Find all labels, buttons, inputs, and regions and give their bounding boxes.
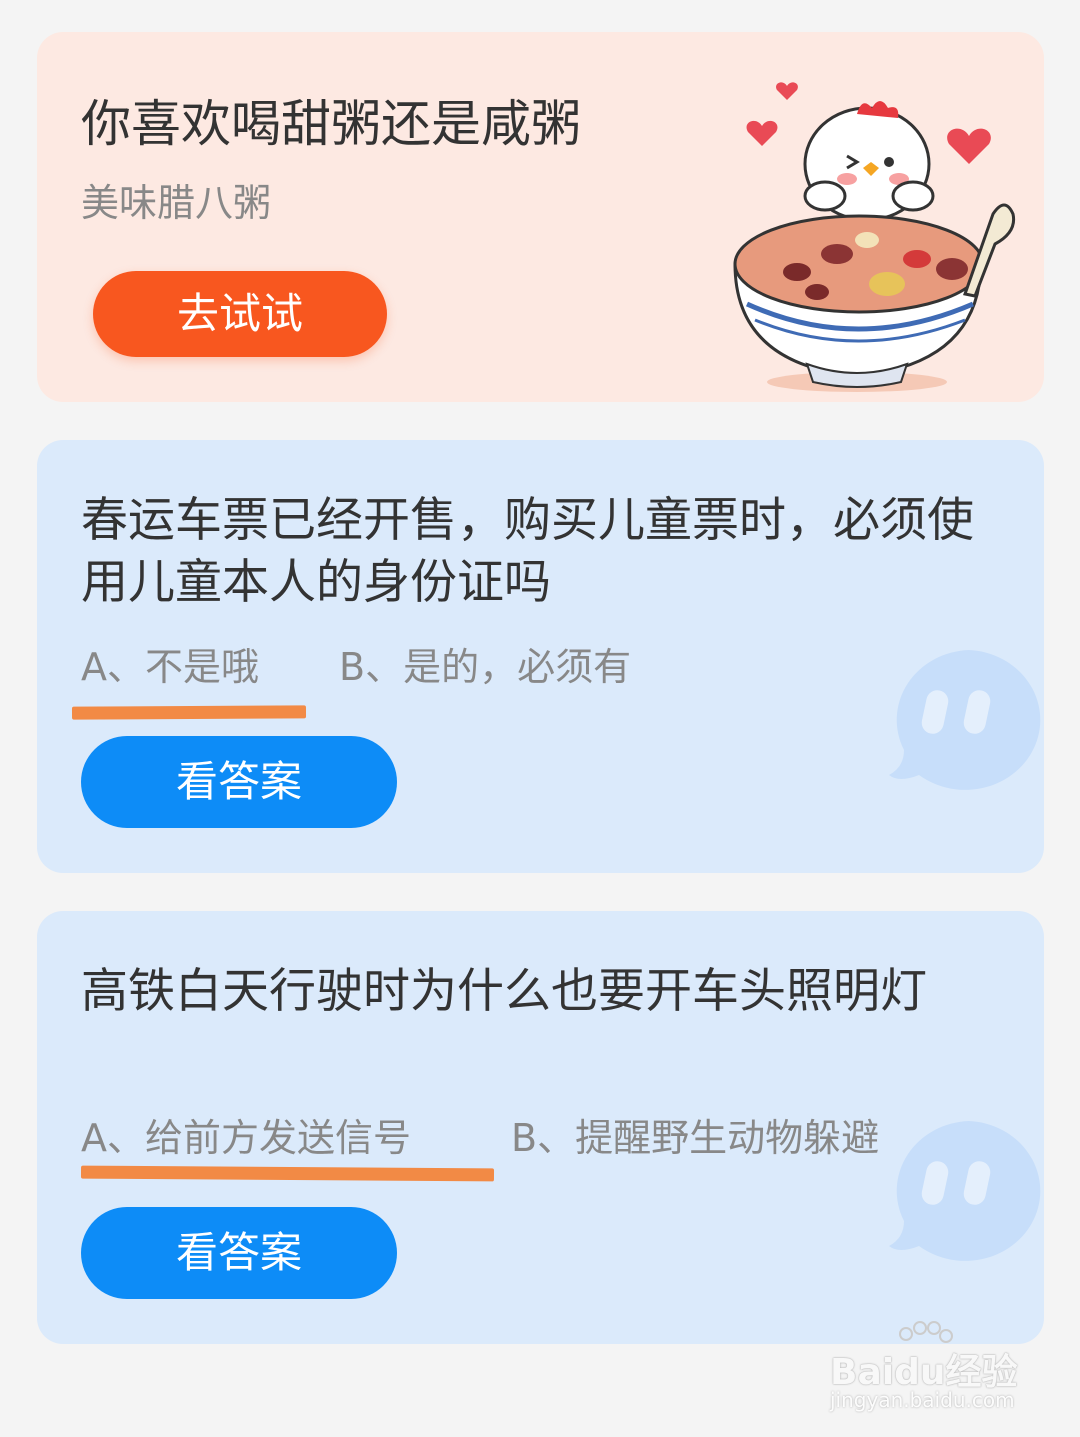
view-answer-button[interactable]: 看答案 (81, 736, 397, 828)
chat-bubble-icon (889, 1121, 1041, 1261)
quiz-options: A、不是哦 B、是的，必须有 (81, 636, 631, 691)
answer-underline (80, 1165, 495, 1182)
try-button[interactable]: 去试试 (93, 271, 387, 357)
chicken-porridge-bowl-icon (733, 82, 1016, 392)
option-a[interactable]: A、给前方发送信号 (81, 1116, 411, 1160)
option-b[interactable]: B、是的，必须有 (339, 636, 631, 691)
option-b[interactable]: B、提醒野生动物躲避 (511, 1107, 879, 1162)
quiz-options: A、给前方发送信号 B、提醒野生动物躲避 (81, 1107, 879, 1162)
watermark-url: jingyan.baidu.com (830, 1388, 1015, 1412)
promo-subtitle: 美味腊八粥 (81, 181, 272, 225)
promo-card: 你喜欢喝甜粥还是咸粥 美味腊八粥 去试试 (37, 32, 1044, 402)
answer-underline (71, 705, 307, 720)
view-answer-button[interactable]: 看答案 (81, 1207, 397, 1299)
option-a[interactable]: A、不是哦 (81, 645, 259, 689)
promo-title: 你喜欢喝甜粥还是咸粥 (81, 95, 581, 153)
quiz-question: 春运车票已经开售，购买儿童票时，必须使用儿童本人的身份证吗 (81, 493, 974, 610)
quiz-card: 高铁白天行驶时为什么也要开车头照明灯 A、给前方发送信号 B、提醒野生动物躲避 … (37, 911, 1044, 1344)
chat-bubble-icon (889, 650, 1041, 790)
quiz-card: 春运车票已经开售，购买儿童票时，必须使用儿童本人的身份证吗 A、不是哦 B、是的… (37, 440, 1044, 873)
quiz-question: 高铁白天行驶时为什么也要开车头照明灯 (81, 964, 927, 1019)
